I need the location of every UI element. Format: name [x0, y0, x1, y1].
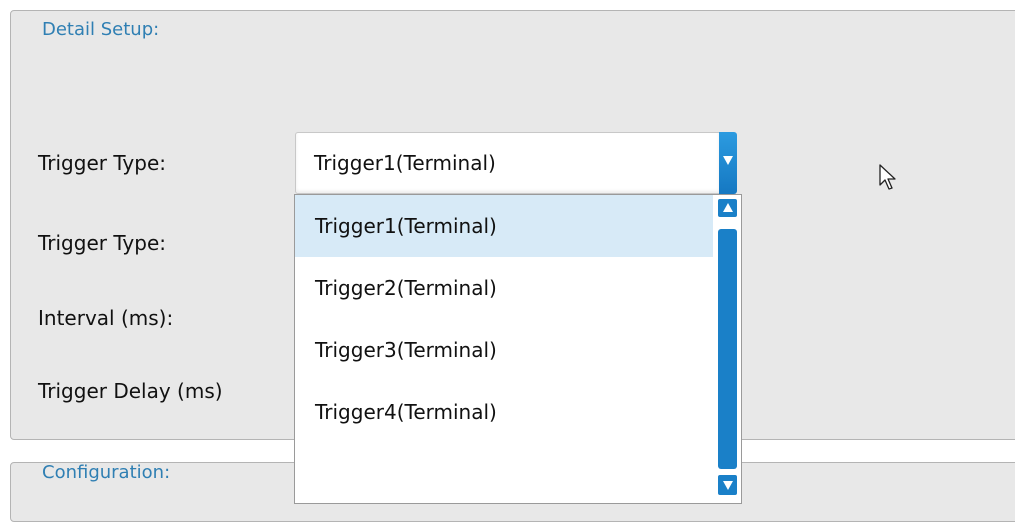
- dropdown-option-label: Trigger1(Terminal): [315, 214, 497, 238]
- screen: Detail Setup: Configuration: Trigger Typ…: [0, 0, 1015, 522]
- scroll-down-button[interactable]: [718, 475, 737, 495]
- detail-setup-title: Detail Setup:: [42, 19, 160, 40]
- dropdown-scrollbar[interactable]: [715, 195, 741, 503]
- scrollbar-thumb[interactable]: [718, 229, 737, 469]
- trigger-type-dropdown-list[interactable]: Trigger1(Terminal) Trigger2(Terminal) Tr…: [294, 194, 742, 504]
- dropdown-option-trigger1[interactable]: Trigger1(Terminal): [295, 195, 713, 257]
- trigger-type-label: Trigger Type:: [38, 151, 167, 175]
- trigger-type-combo-field[interactable]: Trigger1(Terminal): [295, 132, 719, 194]
- trigger-delay-label: Trigger Delay (ms): [38, 379, 223, 403]
- chevron-down-icon: [723, 156, 733, 165]
- trigger-type-combobox[interactable]: Trigger1(Terminal): [295, 132, 742, 194]
- combo-dropdown-button[interactable]: [719, 132, 737, 194]
- configuration-title: Configuration:: [42, 462, 171, 483]
- scroll-up-button[interactable]: [718, 199, 737, 217]
- dropdown-option-trigger2[interactable]: Trigger2(Terminal): [295, 257, 713, 319]
- scroll-down-arrow-icon: [723, 481, 733, 490]
- mouse-pointer-icon: [879, 164, 896, 190]
- dropdown-option-label: Trigger2(Terminal): [315, 276, 497, 300]
- scroll-up-arrow-icon: [723, 203, 733, 212]
- dropdown-option-label: Trigger3(Terminal): [315, 338, 497, 362]
- dropdown-option-label: Trigger4(Terminal): [315, 400, 497, 424]
- dropdown-option-trigger4[interactable]: Trigger4(Terminal): [295, 381, 713, 443]
- dropdown-option-trigger3[interactable]: Trigger3(Terminal): [295, 319, 713, 381]
- interval-label: Interval (ms):: [38, 306, 174, 330]
- trigger-type-selected-value: Trigger1(Terminal): [314, 151, 496, 175]
- trigger-type-label-2: Trigger Type:: [38, 231, 167, 255]
